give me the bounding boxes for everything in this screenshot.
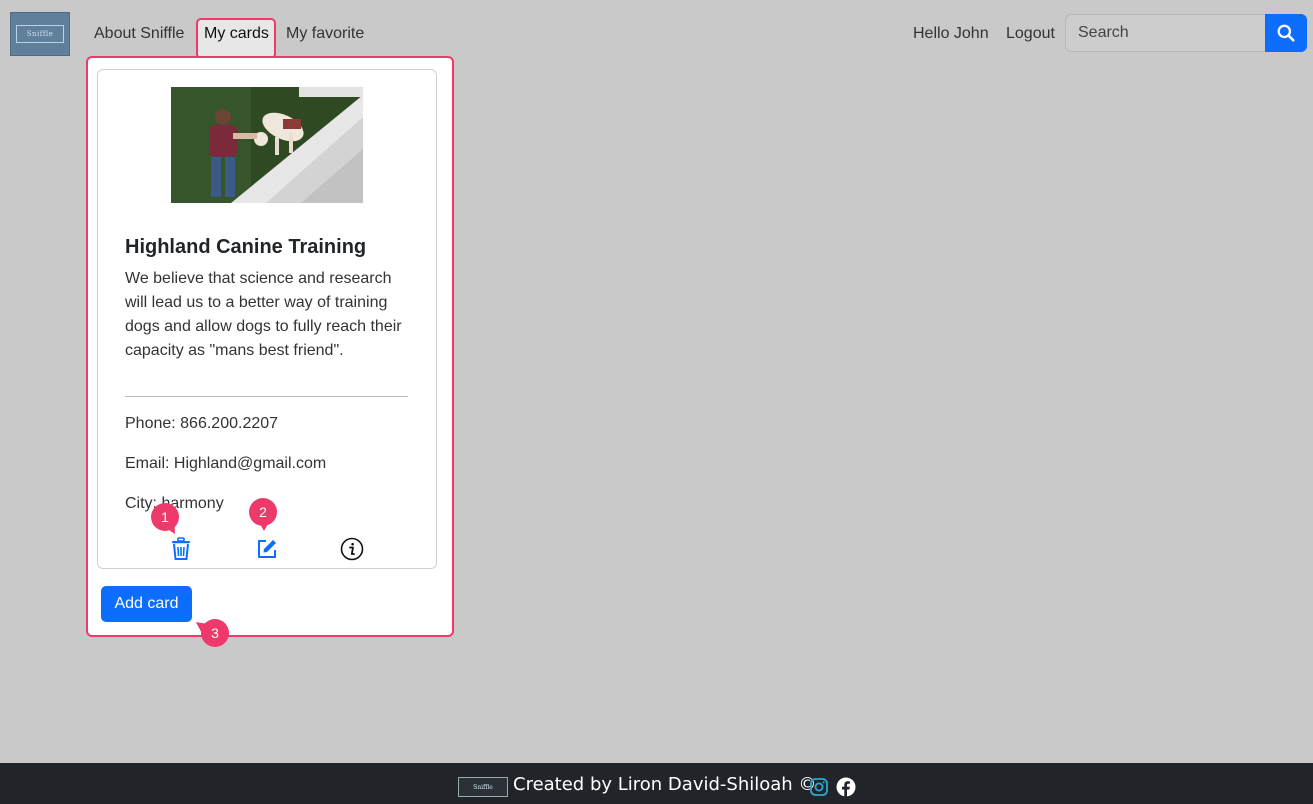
add-card-button[interactable]: Add card bbox=[101, 586, 192, 622]
annotation-marker-1: 1 bbox=[151, 503, 179, 531]
user-greeting: Hello John bbox=[913, 25, 989, 42]
card-title: Highland Canine Training bbox=[125, 236, 367, 258]
logo[interactable]: Sniffle bbox=[10, 12, 70, 56]
footer-logo: Sniffle bbox=[458, 777, 508, 797]
card-email: Email: Highland@gmail.com bbox=[125, 455, 327, 472]
logout-link[interactable]: Logout bbox=[1006, 22, 1055, 46]
facebook-icon bbox=[836, 777, 856, 797]
card-phone: Phone: 866.200.2207 bbox=[125, 415, 279, 432]
nav-link-about[interactable]: About Sniffle bbox=[94, 22, 184, 46]
card-info-button[interactable] bbox=[340, 537, 364, 561]
search-input[interactable] bbox=[1065, 14, 1266, 52]
card-description: We believe that science and research wil… bbox=[125, 270, 402, 359]
instagram-link[interactable] bbox=[809, 777, 829, 797]
search-icon bbox=[1277, 24, 1295, 42]
footer-credit: Created by Liron David-Shiloah © bbox=[513, 774, 817, 795]
search-button[interactable] bbox=[1265, 14, 1307, 52]
logo-text: Sniffle bbox=[16, 25, 64, 43]
nav-link-my-cards[interactable]: My cards bbox=[204, 22, 269, 46]
annotation-marker-3: 3 bbox=[201, 619, 229, 647]
annotation-marker-2: 2 bbox=[249, 498, 277, 531]
instagram-icon bbox=[810, 778, 828, 796]
footer: Sniffle Created by Liron David-Shiloah © bbox=[0, 763, 1313, 804]
facebook-link[interactable] bbox=[836, 777, 856, 797]
delete-card-button[interactable] bbox=[169, 537, 193, 561]
info-icon bbox=[340, 537, 364, 561]
card-divider bbox=[125, 396, 408, 397]
card-image bbox=[171, 87, 363, 203]
trash-icon bbox=[172, 537, 190, 560]
edit-icon bbox=[258, 540, 276, 558]
nav-link-my-favorite[interactable]: My favorite bbox=[286, 22, 364, 46]
edit-card-button[interactable] bbox=[255, 537, 279, 561]
